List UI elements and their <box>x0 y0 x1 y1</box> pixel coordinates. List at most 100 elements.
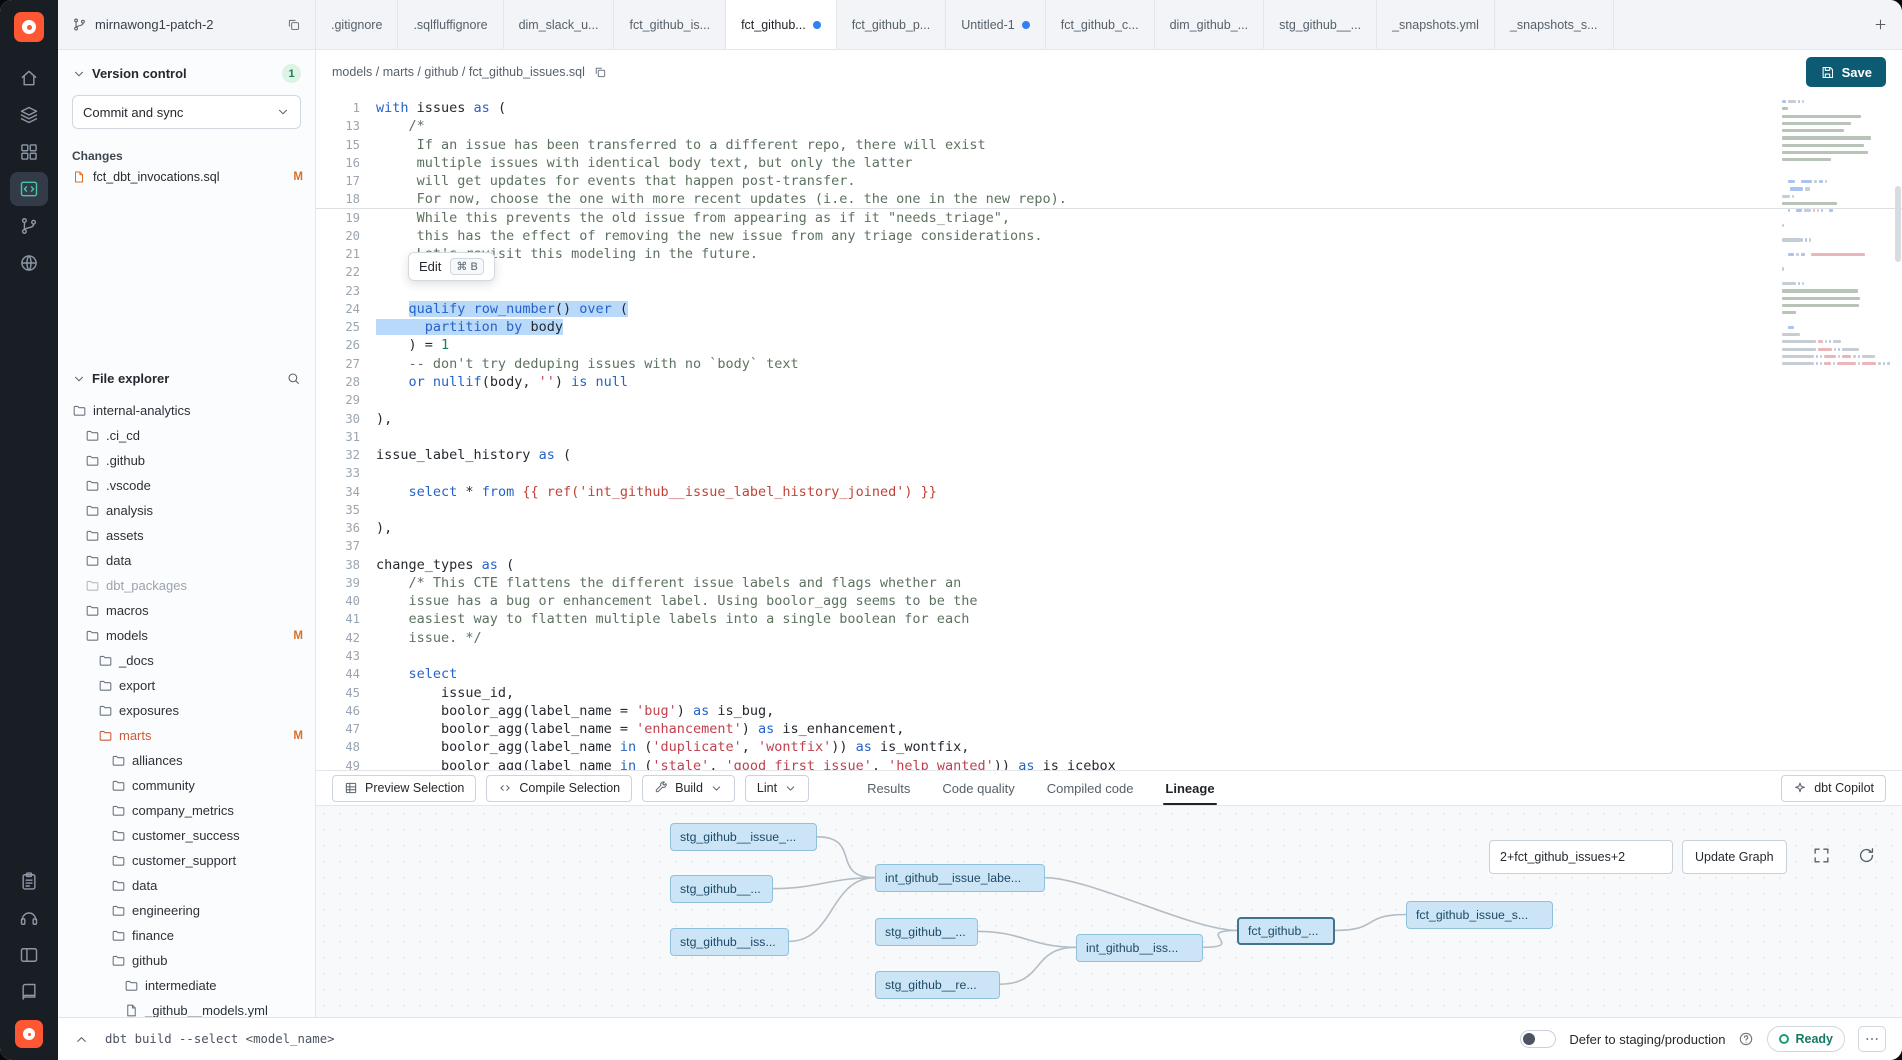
code-line[interactable]: 17 will get updates for events that happ… <box>316 172 1902 190</box>
code-line[interactable]: 44 select <box>316 665 1902 683</box>
editor-tab[interactable]: fct_github_c... <box>1046 0 1155 49</box>
editor-tab[interactable]: fct_github_p... <box>837 0 947 49</box>
docs-icon[interactable] <box>10 975 48 1009</box>
lineage-node[interactable]: int_github__iss... <box>1076 934 1203 962</box>
code-line[interactable]: 33 <box>316 464 1902 482</box>
lineage-node[interactable]: stg_github__re... <box>875 971 1000 999</box>
network-icon[interactable] <box>10 246 48 280</box>
tree-item[interactable]: alliances <box>58 748 315 773</box>
code-line[interactable]: 38change_types as ( <box>316 556 1902 574</box>
tree-item[interactable]: community <box>58 773 315 798</box>
code-line[interactable]: 42 issue. */ <box>316 629 1902 647</box>
copy-branch-icon[interactable] <box>286 17 301 32</box>
dbt-copilot-button[interactable]: dbt Copilot <box>1781 775 1886 802</box>
code-line[interactable]: 37 <box>316 537 1902 555</box>
code-line[interactable]: 23 <box>316 282 1902 300</box>
home-icon[interactable] <box>10 61 48 95</box>
code-editor[interactable]: 1with issues as (13 /*15 If an issue has… <box>316 94 1902 770</box>
code-line[interactable]: 25 partition by body <box>316 318 1902 336</box>
panel-tab-lineage[interactable]: Lineage <box>1153 771 1226 805</box>
edit-tooltip[interactable]: Edit ⌘ B <box>408 252 495 281</box>
tree-item[interactable]: intermediate <box>58 973 315 998</box>
scrollbar-thumb[interactable] <box>1895 186 1901 262</box>
tree-item[interactable]: data <box>58 548 315 573</box>
code-line[interactable]: 34 select * from {{ ref('int_github__iss… <box>316 483 1902 501</box>
editor-tab[interactable]: fct_github_is... <box>614 0 726 49</box>
git-branch-nav-icon[interactable] <box>10 209 48 243</box>
update-graph-button[interactable]: Update Graph <box>1682 840 1787 874</box>
tree-item[interactable]: _docs <box>58 648 315 673</box>
tree-item[interactable]: martsM <box>58 723 315 748</box>
preview-selection-button[interactable]: Preview Selection <box>332 775 476 802</box>
code-line[interactable]: 13 /* <box>316 117 1902 135</box>
expand-panel-icon[interactable] <box>74 1032 89 1047</box>
code-line[interactable]: 21 Let's revisit this modeling in the fu… <box>316 245 1902 263</box>
tree-item[interactable]: _github__models.yml <box>58 998 315 1017</box>
editor-tab[interactable]: .gitignore <box>316 0 398 49</box>
tree-item[interactable]: .github <box>58 448 315 473</box>
lineage-node[interactable]: stg_github__... <box>875 918 978 946</box>
warehouse-icon[interactable] <box>10 98 48 132</box>
tree-item[interactable]: assets <box>58 523 315 548</box>
editor-tab[interactable]: Untitled-1 <box>946 0 1046 49</box>
code-line[interactable]: 19 While this prevents the old issue fro… <box>316 209 1902 227</box>
code-line[interactable]: 46 boolor_agg(label_name = 'bug') as is_… <box>316 702 1902 720</box>
notes-icon[interactable] <box>10 864 48 898</box>
lineage-node[interactable]: stg_github__... <box>670 875 773 903</box>
tree-item[interactable]: .ci_cd <box>58 423 315 448</box>
code-line[interactable]: 29 <box>316 391 1902 409</box>
code-line[interactable]: 18 For now, choose the one with more rec… <box>316 190 1902 208</box>
lineage-node[interactable]: stg_github__iss... <box>670 928 789 956</box>
tree-item[interactable]: customer_support <box>58 848 315 873</box>
code-line[interactable]: 16 multiple issues with identical body t… <box>316 154 1902 172</box>
code-line[interactable]: 43 <box>316 647 1902 665</box>
tree-item[interactable]: data <box>58 873 315 898</box>
code-line[interactable]: 24 qualify row_number() over ( <box>316 300 1902 318</box>
editor-tab[interactable]: fct_github... <box>726 0 837 49</box>
search-icon[interactable] <box>286 371 301 386</box>
apps-grid-icon[interactable] <box>10 135 48 169</box>
tree-item[interactable]: finance <box>58 923 315 948</box>
tree-item[interactable]: engineering <box>58 898 315 923</box>
code-line[interactable]: 48 boolor_agg(label_name in ('duplicate'… <box>316 738 1902 756</box>
code-line[interactable]: 27 -- don't try deduping issues with no … <box>316 355 1902 373</box>
code-line[interactable]: 41 easiest way to flatten multiple label… <box>316 610 1902 628</box>
tree-item[interactable]: analysis <box>58 498 315 523</box>
tree-item[interactable]: internal-analytics <box>58 398 315 423</box>
panel-tab-results[interactable]: Results <box>855 771 922 805</box>
editor-tab[interactable]: _snapshots.yml <box>1377 0 1495 49</box>
fullscreen-icon[interactable] <box>1812 846 1831 865</box>
lineage-search-input[interactable] <box>1489 840 1673 874</box>
copy-path-icon[interactable] <box>593 65 607 79</box>
code-line[interactable]: 22 <box>316 263 1902 281</box>
version-control-header[interactable]: Version control 1 <box>58 50 315 91</box>
code-line[interactable]: 47 boolor_agg(label_name = 'enhancement'… <box>316 720 1902 738</box>
code-line[interactable]: 36), <box>316 519 1902 537</box>
ide-editor-icon[interactable] <box>10 172 48 206</box>
code-line[interactable]: 35 <box>316 501 1902 519</box>
branch-selector[interactable]: mirnawong1-patch-2 <box>58 0 316 49</box>
new-tab-button[interactable] <box>1858 0 1902 49</box>
panel-tab-code-quality[interactable]: Code quality <box>930 771 1026 805</box>
refresh-icon[interactable] <box>1857 846 1876 865</box>
tree-item[interactable]: macros <box>58 598 315 623</box>
lineage-node[interactable]: fct_github_issue_s... <box>1406 901 1553 929</box>
code-line[interactable]: 30), <box>316 410 1902 428</box>
code-line[interactable]: 31 <box>316 428 1902 446</box>
lineage-node[interactable]: stg_github__issue_... <box>670 823 817 851</box>
tree-item[interactable]: modelsM <box>58 623 315 648</box>
command-input[interactable]: dbt build --select <model_name> <box>105 1032 335 1046</box>
changed-file-item[interactable]: fct_dbt_invocations.sqlM <box>58 167 315 187</box>
lineage-node[interactable]: fct_github_... <box>1237 917 1335 945</box>
file-explorer-header[interactable]: File explorer <box>58 361 315 394</box>
editor-scrollbar[interactable] <box>1894 94 1902 770</box>
lineage-node[interactable]: int_github__issue_labe... <box>875 864 1045 892</box>
code-line[interactable]: 49 boolor_agg(label_name in ('stale', 'g… <box>316 757 1902 770</box>
editor-tab[interactable]: _snapshots_s... <box>1495 0 1614 49</box>
defer-toggle[interactable] <box>1520 1030 1556 1048</box>
tree-item[interactable]: .vscode <box>58 473 315 498</box>
editor-tab[interactable]: .sqlfluffignore <box>398 0 503 49</box>
code-line[interactable]: 1with issues as ( <box>316 99 1902 117</box>
code-line[interactable]: 20 this has the effect of removing the n… <box>316 227 1902 245</box>
compile-selection-button[interactable]: Compile Selection <box>486 775 632 802</box>
